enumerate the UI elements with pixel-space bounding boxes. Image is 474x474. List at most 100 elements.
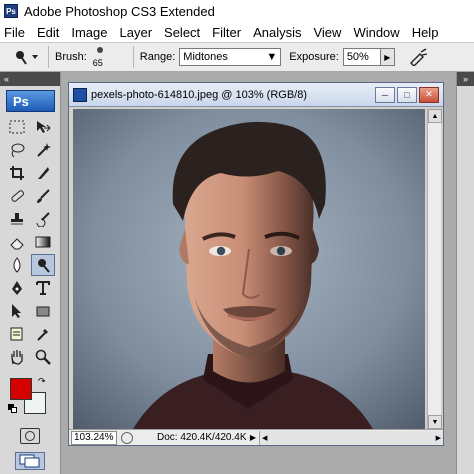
panel-dock: » [456, 72, 474, 474]
hand-tool[interactable] [5, 346, 29, 368]
scroll-right-icon[interactable]: ▶ [436, 434, 441, 442]
marquee-tool[interactable] [5, 116, 29, 138]
default-colors-icon[interactable] [8, 404, 17, 413]
burn-icon [38, 259, 50, 273]
toolbox-grip[interactable]: « [0, 72, 60, 86]
zoom-level-field[interactable]: 103.24% [71, 430, 117, 445]
exposure-input[interactable]: 50% [342, 48, 381, 66]
history-brush-icon [36, 212, 50, 227]
marquee-icon [9, 120, 25, 134]
version-cue-icon[interactable] [121, 431, 133, 444]
screen-mode-icon [19, 454, 40, 468]
note-icon [10, 327, 23, 341]
exposure-value: 50% [346, 51, 369, 63]
menu-edit[interactable]: Edit [37, 25, 59, 40]
eraser-tool[interactable] [5, 231, 29, 253]
chevron-down-icon: ▼ [266, 51, 278, 63]
quick-mask-button[interactable] [20, 428, 40, 444]
brush-tool[interactable] [31, 185, 55, 207]
range-select[interactable]: Midtones ▼ [179, 48, 282, 66]
type-tool[interactable] [31, 277, 55, 299]
gradient-tool[interactable] [31, 231, 55, 253]
shape-tool[interactable] [31, 300, 55, 322]
brush-icon [37, 189, 50, 203]
zoom-level: 103.24% [74, 432, 114, 443]
panel-dock-grip[interactable]: » [457, 72, 474, 86]
portrait-photo [73, 109, 425, 429]
brush-label: Brush: [55, 51, 87, 63]
blur-tool[interactable] [5, 254, 29, 276]
crop-tool[interactable] [5, 162, 29, 184]
tool-preset-picker[interactable] [6, 45, 42, 69]
minimize-button[interactable]: ─ [375, 86, 395, 103]
airbrush-toggle[interactable] [405, 46, 431, 68]
lasso-tool[interactable] [5, 139, 29, 161]
clone-stamp-tool[interactable] [5, 208, 29, 230]
horizontal-scrollbar[interactable]: ◀ ▶ [259, 430, 443, 445]
slice-tool[interactable] [31, 162, 55, 184]
swap-colors-icon[interactable]: ↷ [38, 376, 46, 387]
vertical-scrollbar[interactable]: ▲ ▼ [427, 109, 442, 429]
menu-view[interactable]: View [313, 25, 341, 40]
menu-window[interactable]: Window [353, 25, 399, 40]
pen-tool[interactable] [5, 277, 29, 299]
options-bar: Brush: 65 Range: Midtones ▼ Exposure: 50… [0, 42, 474, 72]
image-canvas[interactable] [73, 109, 425, 429]
menu-bar: File Edit Image Layer Select Filter Anal… [0, 22, 474, 42]
brush-picker[interactable]: 65 [91, 45, 113, 69]
toolbox: « Ps ↷ [0, 72, 61, 474]
close-icon: ✕ [425, 89, 433, 99]
path-selection-icon [12, 304, 21, 318]
burn-tool-icon [16, 51, 38, 65]
zoom-icon [35, 349, 51, 365]
brush-tip-icon [96, 47, 103, 53]
foreground-color-swatch[interactable] [10, 378, 32, 400]
menu-layer[interactable]: Layer [120, 25, 153, 40]
pen-icon [12, 281, 22, 295]
close-button[interactable]: ✕ [419, 86, 439, 103]
screen-mode-button[interactable] [15, 452, 45, 470]
range-value: Midtones [183, 51, 228, 63]
status-menu-arrow-icon[interactable]: ▶ [247, 433, 259, 442]
brush-size: 65 [92, 58, 103, 68]
document-title: pexels-photo-614810.jpeg @ 103% (RGB/8) [91, 88, 308, 101]
menu-analysis[interactable]: Analysis [253, 25, 301, 40]
menu-image[interactable]: Image [71, 25, 107, 40]
healing-brush-tool[interactable] [5, 185, 29, 207]
zoom-tool[interactable] [31, 346, 55, 368]
scroll-down-icon[interactable]: ▼ [428, 415, 442, 429]
scroll-up-icon[interactable]: ▲ [428, 109, 442, 123]
history-brush-tool[interactable] [31, 208, 55, 230]
eyedropper-icon [37, 329, 48, 341]
menu-filter[interactable]: Filter [212, 25, 241, 40]
crop-icon [10, 166, 24, 180]
hand-icon [11, 350, 23, 365]
document-title-bar[interactable]: pexels-photo-614810.jpeg @ 103% (RGB/8) … [69, 83, 443, 107]
magic-wand-tool[interactable] [31, 139, 55, 161]
burn-tool[interactable] [31, 254, 55, 276]
exposure-slider-button[interactable]: ▶ [380, 48, 395, 66]
toolbox-ps-logo[interactable]: Ps [6, 90, 55, 112]
options-divider [132, 46, 134, 68]
move-icon [37, 121, 51, 133]
scroll-left-icon[interactable]: ◀ [262, 434, 267, 442]
eyedropper-tool[interactable] [31, 323, 55, 345]
quick-mask-icon [25, 431, 35, 441]
magic-wand-icon [37, 143, 51, 157]
maximize-button[interactable]: □ [397, 86, 417, 103]
menu-help[interactable]: Help [412, 25, 439, 40]
range-label: Range: [139, 51, 176, 63]
menu-file[interactable]: File [4, 25, 25, 40]
slice-icon [38, 167, 49, 179]
droplet-icon [13, 257, 21, 273]
notes-tool[interactable] [5, 323, 29, 345]
path-selection-tool[interactable] [5, 300, 29, 322]
title-bar: Ps Adobe Photoshop CS3 Extended [0, 0, 474, 22]
move-tool[interactable] [31, 116, 55, 138]
options-divider [48, 46, 49, 68]
status-bar: 103.24% Doc: 420.4K/420.4K ▶ ◀ ▶ [69, 429, 443, 445]
window-title: Adobe Photoshop CS3 Extended [24, 3, 215, 19]
stamp-icon [11, 213, 23, 225]
menu-select[interactable]: Select [164, 25, 200, 40]
bandage-icon [11, 190, 24, 202]
